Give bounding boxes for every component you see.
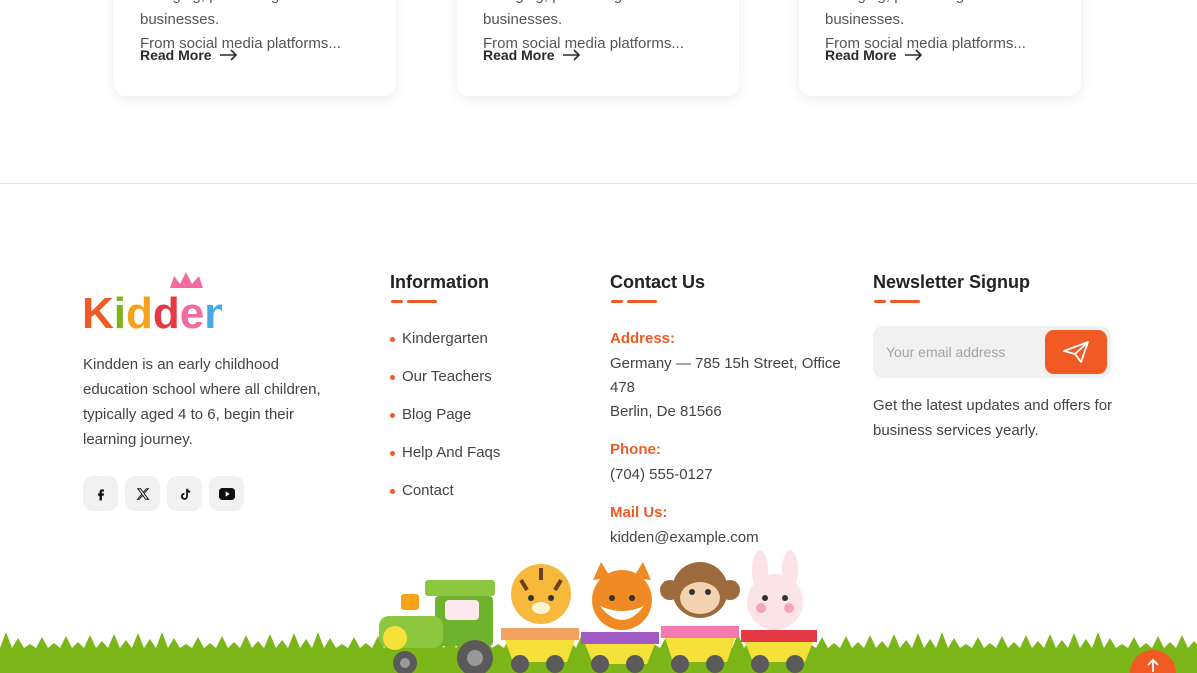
youtube-icon [218,487,235,500]
arrow-right-icon [562,49,580,61]
info-link-help-faqs[interactable]: Help And Faqs [390,440,500,478]
svg-text:Kidden: Kidden [82,289,222,332]
social-links [83,476,244,511]
blog-card: changing, presenting for businesses. Fro… [114,0,396,96]
address-line2: Berlin, De 81566 [610,403,722,420]
newsletter-submit-button[interactable] [1045,330,1107,374]
title-underline [611,300,657,303]
paper-plane-icon [1063,341,1089,363]
title-underline [874,300,920,303]
facebook-icon [97,488,104,500]
read-more-link[interactable]: Read More [140,47,238,63]
train-illustration [379,550,817,673]
blog-cards-row: changing, presenting for businesses. Fro… [0,0,1197,96]
phone-label: Phone: [610,441,661,458]
read-more-link[interactable]: Read More [825,47,923,63]
tiktok-link[interactable] [167,476,202,511]
kidden-logo[interactable]: Kidden [82,270,222,332]
arrow-right-icon [904,49,922,61]
x-link[interactable] [125,476,160,511]
mail-label: Mail Us: [610,504,668,521]
newsletter-form [873,326,1111,378]
phone-number[interactable]: (704) 555-0127 [610,463,860,487]
arrow-up-icon [1147,658,1159,672]
information-title: Information [390,272,489,292]
address-line1: Germany — 785 15h Street, Office 478 [610,355,841,396]
mail-address[interactable]: kidden@example.com [610,526,860,550]
youtube-link[interactable] [209,476,244,511]
tiktok-icon [180,488,190,500]
blog-card: changing, presenting for businesses. Fro… [457,0,739,96]
read-more-link[interactable]: Read More [483,47,581,63]
contact-info: Address: Germany — 785 15h Street, Offic… [610,326,860,563]
newsletter-title: Newsletter Signup [873,272,1031,292]
facebook-link[interactable] [83,476,118,511]
x-icon [135,487,150,500]
page: changing, presenting for businesses. Fro… [0,0,1197,673]
info-link-our-teachers[interactable]: Our Teachers [390,364,500,402]
section-divider [0,183,1197,184]
contact-title: Contact Us [610,272,706,292]
newsletter-text: Get the latest updates and offers for bu… [873,397,1113,439]
card-excerpt-partial: changing, presenting for businesses. [140,0,301,28]
arrow-right-icon [219,49,237,61]
card-excerpt-partial: changing, presenting for businesses. [483,0,644,28]
information-list: Kindergarten Our Teachers Blog Page Help… [390,326,500,516]
info-link-contact[interactable]: Contact [390,478,500,516]
title-underline [391,300,437,303]
blog-card: changing, presenting for businesses. Fro… [799,0,1081,96]
info-link-blog-page[interactable]: Blog Page [390,402,500,440]
newsletter-email-input[interactable] [886,326,1046,378]
address-label: Address: [610,330,676,347]
info-link-kindergarten[interactable]: Kindergarten [390,326,500,364]
card-excerpt-partial: changing, presenting for businesses. [825,0,986,28]
about-text: Kindden is an early childhood education … [83,356,321,448]
